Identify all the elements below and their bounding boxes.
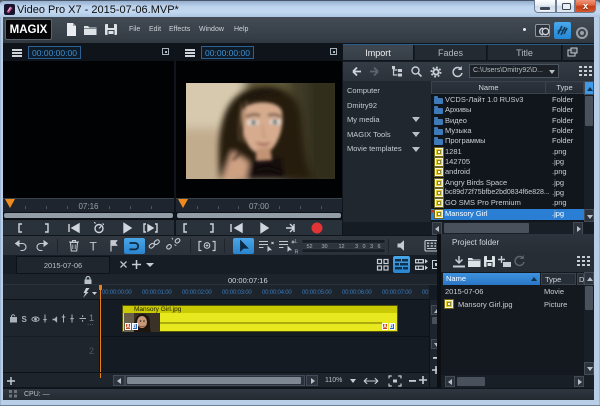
svg-text:S: S	[22, 315, 28, 324]
svg-text:L: L	[295, 239, 298, 245]
svg-text:30: 30	[322, 244, 328, 250]
svg-text:3: 3	[355, 244, 358, 250]
svg-text:52: 52	[307, 244, 313, 250]
svg-text:12: 12	[339, 244, 345, 250]
svg-text:3: 3	[370, 244, 373, 250]
svg-text:6: 6	[378, 244, 381, 250]
svg-text:T: T	[90, 240, 98, 254]
svg-text:0: 0	[363, 244, 366, 250]
